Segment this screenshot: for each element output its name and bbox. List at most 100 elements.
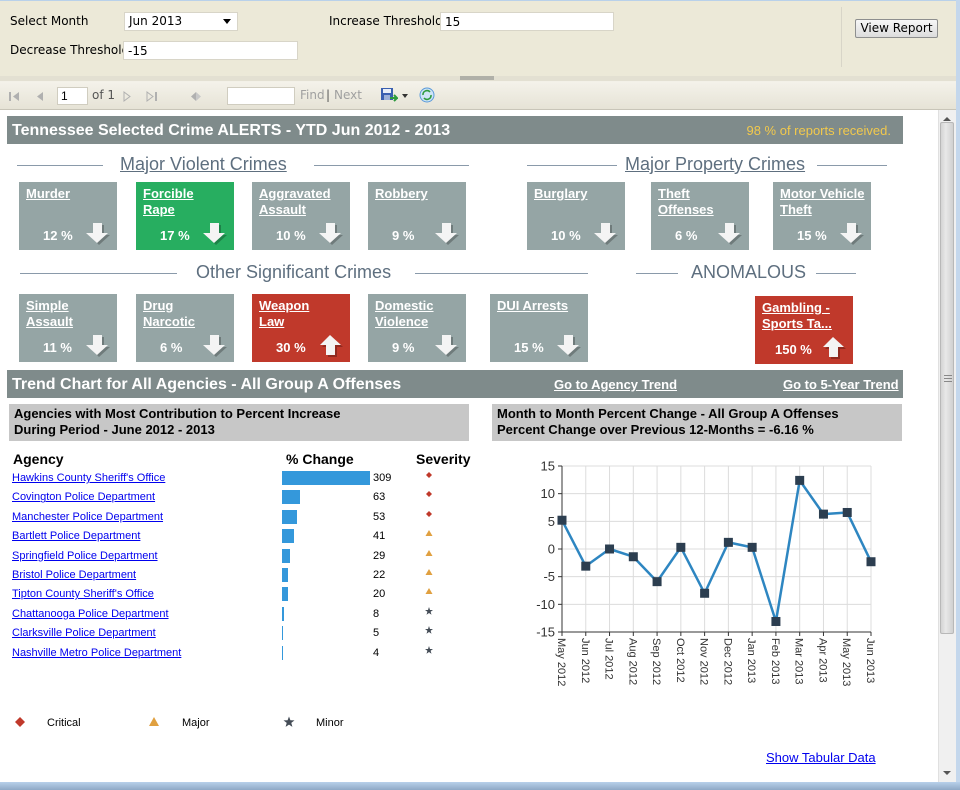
arrow-down-icon bbox=[86, 223, 110, 245]
y-tick-label: 5 bbox=[548, 514, 555, 529]
change-bar bbox=[282, 626, 284, 641]
agency-link[interactable]: Tipton County Sheriff's Office bbox=[12, 588, 154, 600]
agency-link[interactable]: Hawkins County Sheriff's Office bbox=[12, 472, 165, 484]
crime-tile-aggravated-assault[interactable]: Aggravated Assault 10 % bbox=[252, 182, 350, 250]
major-severity-icon bbox=[425, 549, 433, 556]
section-title-violent[interactable]: Major Violent Crimes bbox=[120, 154, 287, 175]
vertical-scrollbar[interactable] bbox=[938, 110, 956, 782]
agency-link[interactable]: Springfield Police Department bbox=[12, 550, 158, 562]
agency-link[interactable]: Clarksville Police Department bbox=[12, 627, 156, 639]
x-tick-label: Oct 2012 bbox=[674, 638, 686, 683]
crime-link[interactable]: Forcible Rape bbox=[143, 186, 229, 218]
column-header-severity: Severity bbox=[416, 451, 471, 467]
column-header-change: % Change bbox=[286, 451, 354, 467]
find-link[interactable]: Find bbox=[300, 88, 325, 102]
crime-link[interactable]: Gambling - Sports Ta... bbox=[762, 300, 848, 332]
select-month-dropdown[interactable]: Jun 2013 bbox=[124, 12, 238, 31]
crime-tile-motor-vehicle-theft[interactable]: Motor Vehicle Theft 15 % bbox=[773, 182, 871, 250]
agency-link[interactable]: Covington Police Department bbox=[12, 491, 155, 503]
find-input[interactable] bbox=[227, 87, 295, 105]
crime-link[interactable]: Drug Narcotic bbox=[143, 298, 229, 330]
next-page-icon[interactable] bbox=[123, 91, 131, 102]
crime-link[interactable]: Motor Vehicle Theft bbox=[780, 186, 866, 218]
crime-tile-theft-offenses[interactable]: Theft Offenses 6 % bbox=[651, 182, 749, 250]
data-point[interactable] bbox=[700, 588, 710, 598]
agency-row: Manchester Police Department 53 bbox=[12, 508, 452, 527]
section-title-property[interactable]: Major Property Crimes bbox=[625, 154, 805, 175]
data-point[interactable] bbox=[652, 577, 662, 587]
last-page-icon[interactable] bbox=[146, 91, 158, 102]
crime-link[interactable]: DUI Arrests bbox=[497, 298, 583, 314]
month-change-line-chart: 15 10 5 0 -5 -10 -15May 2012 Jun 2012 Jul 2012 Au… bbox=[536, 459, 876, 687]
y-tick-label: 15 bbox=[541, 459, 555, 474]
agency-link[interactable]: Bristol Police Department bbox=[12, 569, 136, 581]
agency-link[interactable]: Nashville Metro Police Department bbox=[12, 647, 181, 659]
dropdown-icon[interactable] bbox=[402, 94, 408, 98]
increase-threshold-input[interactable] bbox=[440, 12, 614, 31]
data-point[interactable] bbox=[676, 542, 686, 552]
five-year-trend-link[interactable]: Go to 5-Year Trend bbox=[783, 377, 899, 392]
column-header-agency: Agency bbox=[13, 451, 64, 467]
crime-tile-burglary[interactable]: Burglary 10 % bbox=[527, 182, 625, 250]
change-bar bbox=[282, 568, 289, 582]
show-tabular-data-link[interactable]: Show Tabular Data bbox=[766, 750, 876, 765]
crime-tile-weapon-law[interactable]: Weapon Law 30 % bbox=[252, 294, 350, 362]
crime-tile-dui-arrests[interactable]: DUI Arrests 15 % bbox=[490, 294, 588, 362]
crime-tile-domestic-violence[interactable]: Domestic Violence 9 % bbox=[368, 294, 466, 362]
refresh-icon[interactable] bbox=[419, 87, 435, 103]
data-point[interactable] bbox=[723, 537, 733, 547]
crime-percent: 9 % bbox=[392, 340, 415, 355]
data-point[interactable] bbox=[628, 552, 638, 562]
page-number-input[interactable] bbox=[57, 87, 88, 105]
crime-percent: 11 % bbox=[43, 340, 72, 355]
divider bbox=[17, 165, 103, 166]
agency-trend-link[interactable]: Go to Agency Trend bbox=[554, 377, 677, 392]
agency-link[interactable]: Manchester Police Department bbox=[12, 511, 163, 523]
crime-link[interactable]: Robbery bbox=[375, 186, 461, 202]
x-tick-label: Sep 2012 bbox=[650, 638, 662, 685]
report-header: Tennessee Selected Crime ALERTS - YTD Ju… bbox=[7, 116, 903, 144]
data-point[interactable] bbox=[866, 557, 876, 567]
crime-tile-simple-assault[interactable]: Simple Assault 11 % bbox=[19, 294, 117, 362]
agency-link[interactable]: Chattanooga Police Department bbox=[12, 608, 169, 620]
crime-tile-forcible-rape[interactable]: Forcible Rape 17 % bbox=[136, 182, 234, 250]
crime-tile-murder[interactable]: Murder 12 % bbox=[19, 182, 117, 250]
crime-link[interactable]: Burglary bbox=[534, 186, 620, 202]
first-page-icon[interactable] bbox=[8, 91, 20, 102]
view-report-button[interactable]: View Report bbox=[855, 19, 938, 38]
scrollbar-thumb[interactable] bbox=[940, 122, 954, 634]
data-point[interactable] bbox=[818, 509, 828, 519]
data-point[interactable] bbox=[605, 544, 615, 554]
data-point[interactable] bbox=[557, 515, 567, 525]
divider bbox=[314, 165, 469, 166]
arrow-down-icon bbox=[319, 223, 343, 245]
crime-link[interactable]: Domestic Violence bbox=[375, 298, 461, 330]
crime-link[interactable]: Simple Assault bbox=[26, 298, 112, 330]
data-point[interactable] bbox=[747, 542, 757, 552]
data-point[interactable] bbox=[842, 507, 852, 517]
scroll-up-icon[interactable] bbox=[943, 117, 951, 121]
scroll-down-icon[interactable] bbox=[943, 771, 951, 775]
collapse-grip-icon[interactable] bbox=[460, 76, 494, 80]
crime-tile-robbery[interactable]: Robbery 9 % bbox=[368, 182, 466, 250]
next-link[interactable]: Next bbox=[334, 88, 362, 102]
crime-link[interactable]: Aggravated Assault bbox=[259, 186, 345, 218]
x-tick-label: Feb 2013 bbox=[769, 638, 781, 684]
decrease-threshold-input[interactable] bbox=[123, 41, 298, 60]
data-point[interactable] bbox=[771, 616, 781, 626]
section-title-anomalous: ANOMALOUS bbox=[691, 262, 807, 282]
y-tick-label: -10 bbox=[536, 597, 555, 612]
agency-link[interactable]: Bartlett Police Department bbox=[12, 530, 140, 542]
export-save-icon[interactable] bbox=[380, 87, 398, 104]
back-icon[interactable] bbox=[190, 91, 202, 102]
data-point[interactable] bbox=[581, 561, 591, 571]
data-point[interactable] bbox=[795, 475, 805, 485]
crime-tile-drug-narcotic[interactable]: Drug Narcotic 6 % bbox=[136, 294, 234, 362]
crime-link[interactable]: Weapon Law bbox=[259, 298, 345, 330]
crime-tile-gambling-sports-ta[interactable]: Gambling - Sports Ta... 150 % bbox=[755, 296, 853, 364]
arrow-down-icon bbox=[203, 335, 227, 357]
previous-page-icon[interactable] bbox=[36, 91, 44, 102]
crime-link[interactable]: Murder bbox=[26, 186, 112, 202]
crime-link[interactable]: Theft Offenses bbox=[658, 186, 744, 218]
change-value: 63 bbox=[373, 491, 386, 504]
